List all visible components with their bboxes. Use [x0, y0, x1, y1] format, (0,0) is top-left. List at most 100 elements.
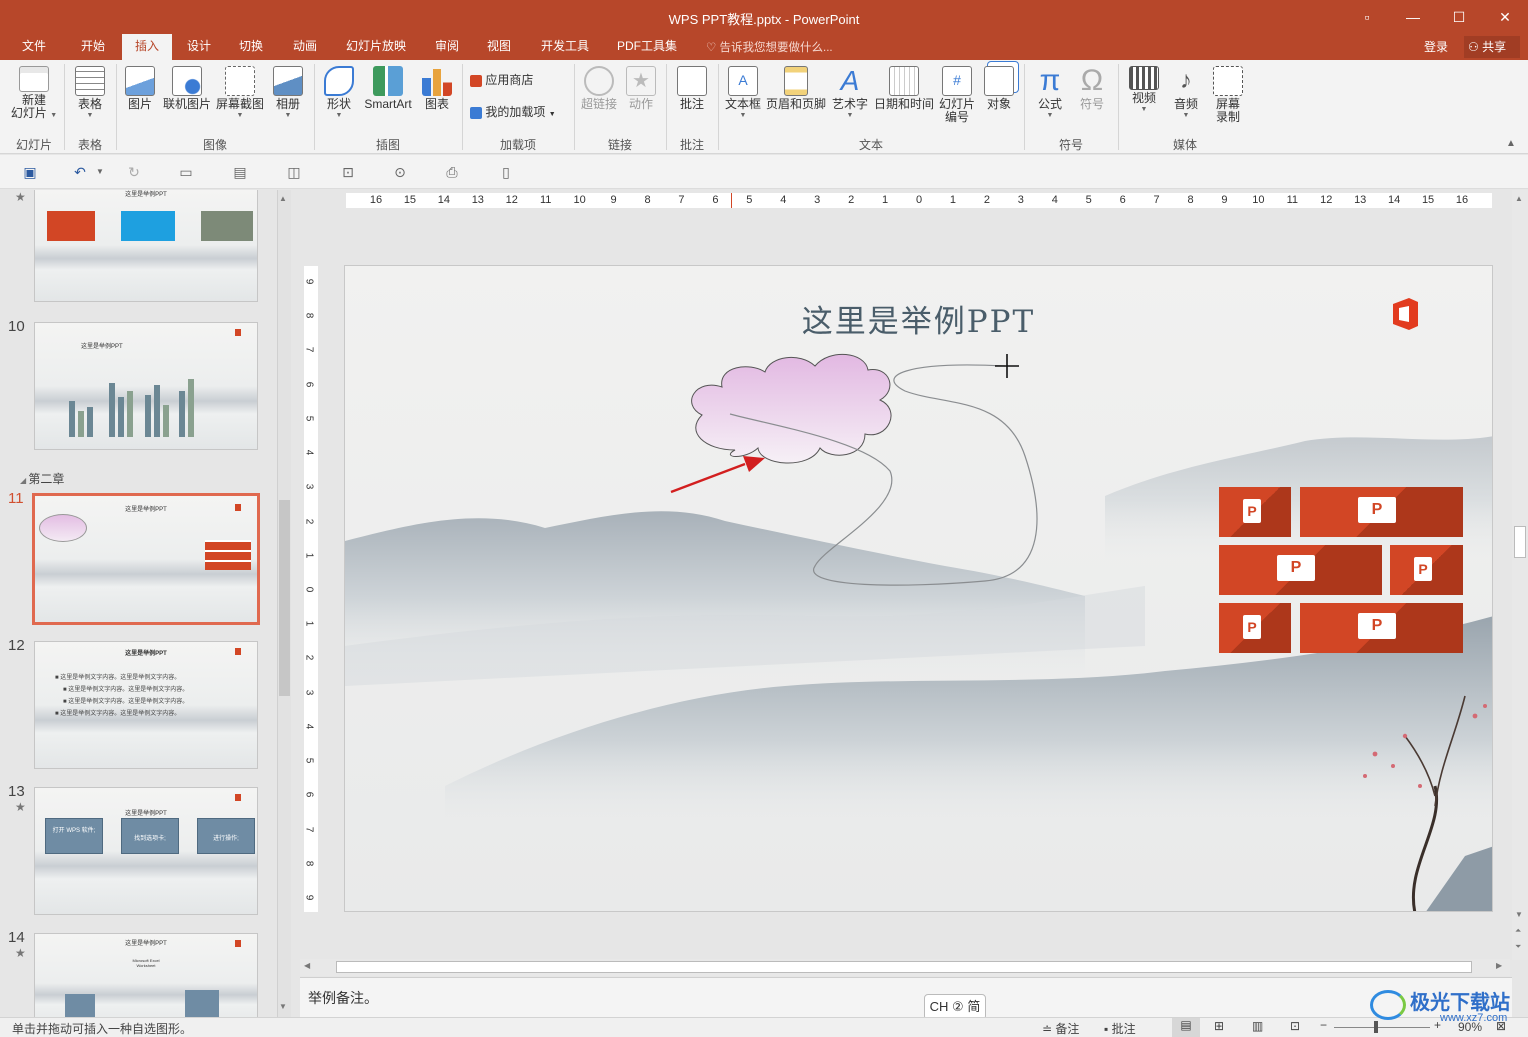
- my-addins-button[interactable]: 我的加载项 ▼: [470, 106, 570, 121]
- slide-thumbnail-10[interactable]: 这里是举例PPT: [34, 322, 258, 450]
- preview-icon[interactable]: ⊙: [392, 164, 408, 180]
- tab-slideshow[interactable]: 幻灯片放映: [336, 34, 416, 60]
- scrollbar-thumb[interactable]: [1514, 526, 1526, 558]
- ruler-tick-label: 6: [303, 792, 315, 798]
- slide-vertical-scrollbar[interactable]: ▲ ▼ ⏶ ⏷: [1512, 190, 1528, 960]
- header-footer-button[interactable]: 页眉和页脚: [764, 60, 828, 111]
- redo-icon[interactable]: ↻: [126, 164, 142, 180]
- tab-review[interactable]: 审阅: [424, 34, 470, 60]
- slide-thumbnail-11-selected[interactable]: 这里是举例PPT: [32, 493, 260, 625]
- hyperlink-button[interactable]: 超链接: [580, 60, 618, 111]
- chart-button[interactable]: 图表: [418, 60, 456, 111]
- scrollbar-thumb[interactable]: [279, 500, 290, 696]
- new-slide-button[interactable]: 新建 幻灯片 ▼: [6, 60, 62, 120]
- tab-developer[interactable]: 开发工具: [530, 34, 600, 60]
- tab-home[interactable]: 开始: [68, 34, 118, 60]
- previous-slide-icon[interactable]: ⏶: [1515, 926, 1521, 936]
- zoom-out-icon[interactable]: −: [1320, 1018, 1327, 1032]
- action-button[interactable]: ★ 动作: [622, 60, 660, 111]
- tab-view[interactable]: 视图: [476, 34, 522, 60]
- scroll-left-icon[interactable]: ◀: [304, 961, 310, 970]
- ppt-tile[interactable]: P: [1300, 603, 1463, 653]
- separator: [462, 64, 463, 150]
- tab-pdf-tools[interactable]: PDF工具集: [610, 34, 684, 60]
- store-button[interactable]: 应用商店: [470, 74, 570, 87]
- ppt-tile[interactable]: P: [1219, 603, 1291, 653]
- ruler-tick-label: 10: [573, 194, 586, 206]
- section-header[interactable]: ◢ 第二章: [20, 470, 64, 487]
- notes-toggle-button[interactable]: ≐ 备注: [1042, 1020, 1079, 1037]
- slide-thumbnail-9[interactable]: 这里是举例PPT: [34, 190, 258, 302]
- document-icon[interactable]: ▯: [498, 164, 514, 180]
- collapse-ribbon-icon[interactable]: ▲: [1506, 138, 1516, 149]
- slide-thumbnail-13[interactable]: 这里是举例PPT 打开 WPS 软件; 找到选项卡; 进行操作;: [34, 787, 258, 915]
- slideshow-view-icon[interactable]: ⊡: [1290, 1019, 1300, 1033]
- undo-icon[interactable]: ↶: [72, 164, 88, 180]
- ppt-tile[interactable]: P: [1390, 545, 1463, 595]
- notes-text[interactable]: 举例备注。: [308, 988, 378, 1008]
- next-slide-icon[interactable]: ⏷: [1515, 942, 1521, 952]
- normal-view-icon[interactable]: ▤: [1172, 1018, 1200, 1037]
- picture-button[interactable]: 图片: [122, 60, 158, 111]
- reading-view-icon[interactable]: ▥: [1252, 1019, 1263, 1033]
- slide-title[interactable]: 这里是举例PPT: [345, 296, 1492, 341]
- ppt-tile[interactable]: P: [1219, 545, 1382, 595]
- date-time-button[interactable]: 日期和时间: [872, 60, 936, 111]
- thumbnails-scrollbar[interactable]: ▲ ▼: [277, 190, 291, 1017]
- tab-design[interactable]: 设计: [176, 34, 222, 60]
- close-button[interactable]: ✕: [1482, 0, 1528, 34]
- slide-number-button[interactable]: # 幻灯片 编号: [936, 60, 978, 124]
- slide-thumbnail-12[interactable]: 这里是举例PPT ■ 这里是举例文字内容。这里是举例文字内容。 ■ 这里是举例文…: [34, 641, 258, 769]
- share-button[interactable]: ⚇ 共享: [1464, 36, 1520, 58]
- present-icon[interactable]: ◫: [286, 164, 302, 180]
- ruler-tick-label: 3: [814, 194, 821, 206]
- tab-transitions[interactable]: 切换: [228, 34, 274, 60]
- comment-button[interactable]: 批注: [672, 60, 712, 111]
- video-button[interactable]: 视频 ▼: [1124, 60, 1164, 114]
- print-icon[interactable]: ⎙: [444, 164, 460, 180]
- maximize-button[interactable]: ☐: [1436, 0, 1482, 34]
- scrollbar-thumb[interactable]: [336, 961, 1472, 973]
- ruler-tick-label: 5: [1085, 194, 1092, 206]
- shapes-button[interactable]: 形状 ▼: [320, 60, 358, 120]
- smartart-button[interactable]: SmartArt: [360, 60, 416, 111]
- screenshot-button[interactable]: 屏幕截图 ▼: [214, 60, 266, 120]
- tab-file[interactable]: 文件: [10, 34, 58, 60]
- textbox-button[interactable]: A 文本框 ▼: [722, 60, 764, 120]
- from-beginning-icon[interactable]: ▭: [178, 164, 194, 180]
- scroll-down-icon[interactable]: ▼: [279, 1002, 287, 1011]
- ruler-tick-label: 9: [610, 194, 617, 206]
- slide-canvas[interactable]: 这里是举例PPT P P P P P P: [344, 265, 1493, 912]
- ppt-tile[interactable]: P: [1300, 487, 1463, 537]
- tab-insert[interactable]: 插入: [122, 34, 172, 60]
- slide-thumbnail-14[interactable]: 这里是举例PPT Microsoft Excel Worksheet: [34, 933, 258, 1017]
- chevron-down-icon[interactable]: ▼: [92, 164, 108, 180]
- symbol-button[interactable]: Ω 符号: [1072, 60, 1112, 111]
- slide-horizontal-scrollbar[interactable]: ◀ ▶: [300, 959, 1510, 976]
- tab-animations[interactable]: 动画: [282, 34, 328, 60]
- notes-pane[interactable]: 举例备注。 CH ② 简: [300, 977, 1512, 1020]
- tell-me-search[interactable]: ♡ 告诉我您想要做什么...: [706, 39, 833, 55]
- equation-button[interactable]: π 公式 ▼: [1030, 60, 1070, 120]
- presenter-icon[interactable]: ⊡: [340, 164, 356, 180]
- minimize-button[interactable]: —: [1390, 0, 1436, 34]
- photo-album-button[interactable]: 相册 ▼: [268, 60, 308, 120]
- scroll-right-icon[interactable]: ▶: [1496, 961, 1502, 970]
- scroll-down-icon[interactable]: ▼: [1515, 910, 1523, 919]
- wordart-button[interactable]: A 艺术字 ▼: [830, 60, 870, 120]
- comments-toggle-button[interactable]: ▪ 批注: [1104, 1020, 1136, 1037]
- audio-button[interactable]: ♪ 音频 ▼: [1166, 60, 1206, 120]
- slide-layout-icon[interactable]: ▤: [232, 164, 248, 180]
- ppt-tile[interactable]: P: [1219, 487, 1291, 537]
- ribbon-display-options-button[interactable]: ▫: [1344, 0, 1390, 34]
- slide-sorter-icon[interactable]: ⊞: [1214, 1019, 1224, 1033]
- screen-recording-button[interactable]: 屏幕 录制: [1208, 60, 1248, 124]
- save-icon[interactable]: ▣: [22, 164, 38, 180]
- online-picture-button[interactable]: 联机图片: [160, 60, 214, 111]
- table-button[interactable]: 表格 ▼: [70, 60, 110, 120]
- scroll-up-icon[interactable]: ▲: [279, 194, 287, 203]
- object-button[interactable]: 对象: [980, 60, 1018, 111]
- sign-in-link[interactable]: 登录: [1424, 38, 1448, 55]
- chevron-down-icon: ▼: [236, 112, 244, 119]
- scroll-up-icon[interactable]: ▲: [1515, 194, 1523, 203]
